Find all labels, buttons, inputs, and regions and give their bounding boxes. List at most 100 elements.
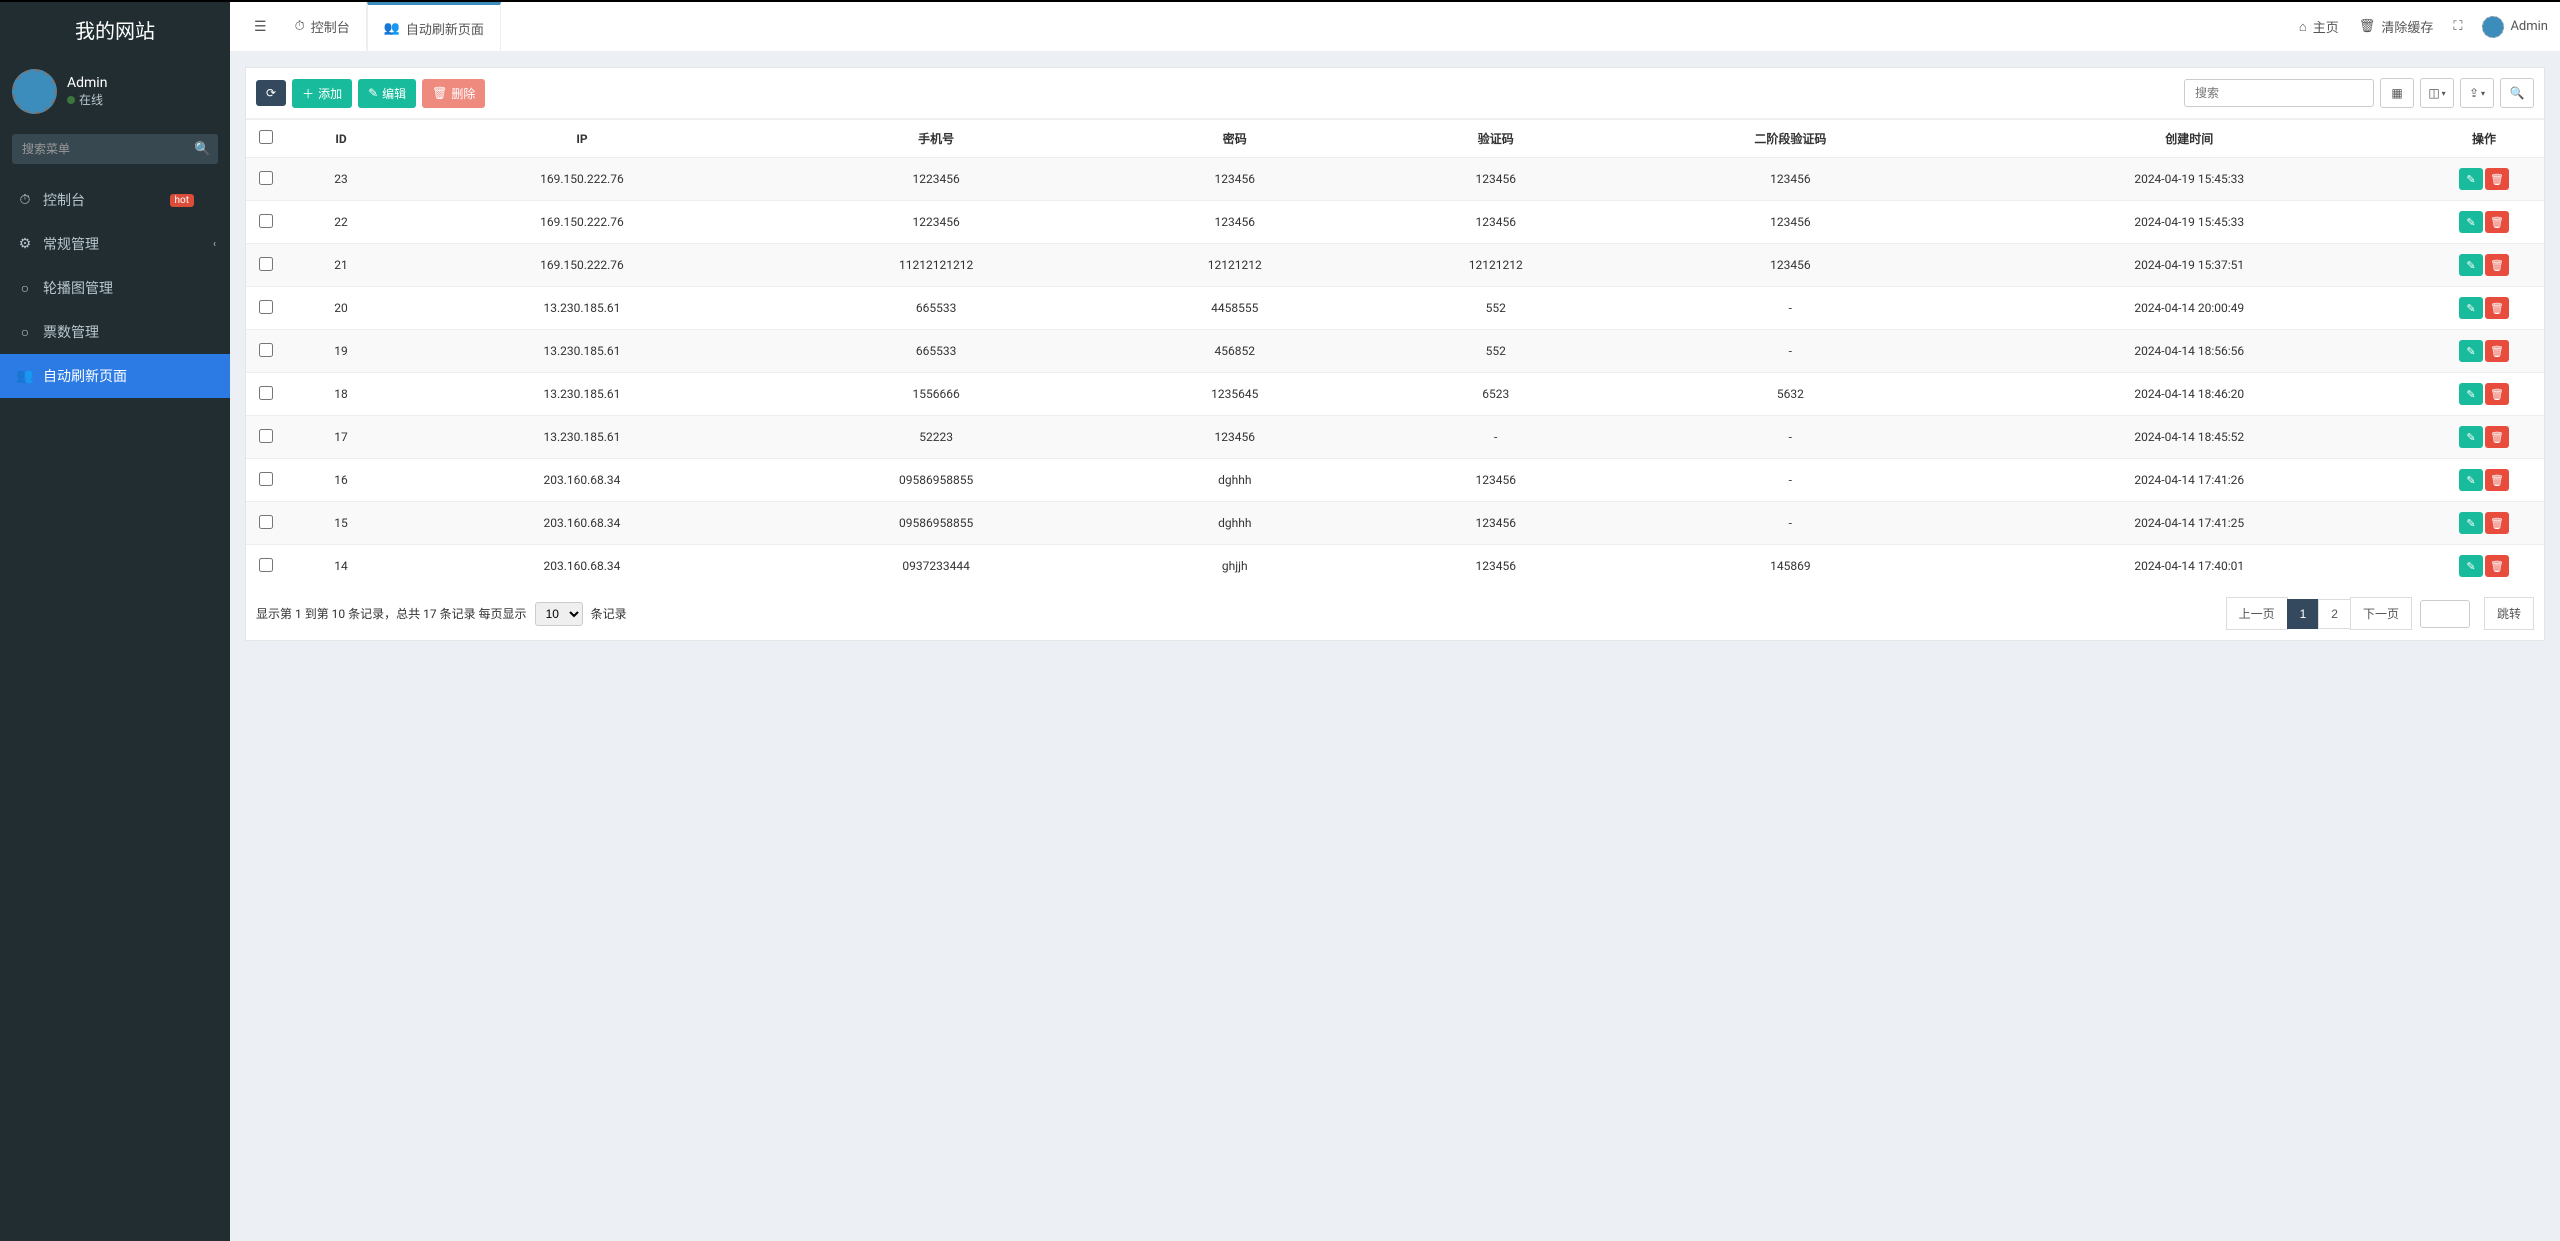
page-2-button[interactable]: 2 xyxy=(2318,599,2351,629)
col-ip[interactable]: IP xyxy=(396,120,768,158)
col-phone[interactable]: 手机号 xyxy=(768,120,1104,158)
sidebar-toggle[interactable]: ☰ xyxy=(242,19,279,35)
jump-button[interactable]: 跳转 xyxy=(2484,597,2534,630)
toolbar-search-button[interactable]: 🔍 xyxy=(2500,78,2534,108)
row-checkbox[interactable] xyxy=(259,472,273,486)
select-all-checkbox[interactable] xyxy=(259,130,273,144)
row-edit-button[interactable]: ✎ xyxy=(2459,555,2483,577)
row-checkbox[interactable] xyxy=(259,558,273,572)
row-checkbox[interactable] xyxy=(259,257,273,271)
cell-created: 2024-04-19 15:37:51 xyxy=(1955,244,2425,287)
pencil-icon: ✎ xyxy=(2466,345,2475,358)
sidebar: 我的网站 Admin 在线 🔍 ⏱ 控制台 hot ⚙ 常规管理 ‹ xyxy=(0,2,230,1241)
col-created[interactable]: 创建时间 xyxy=(1955,120,2425,158)
menu-search-input[interactable] xyxy=(12,134,187,164)
jump-page-input[interactable] xyxy=(2420,600,2470,628)
tab-label: 自动刷新页面 xyxy=(406,19,484,38)
sidebar-item-auto-refresh[interactable]: 👥 自动刷新页面 xyxy=(0,354,230,398)
row-edit-button[interactable]: ✎ xyxy=(2459,512,2483,534)
nav-user[interactable]: Admin xyxy=(2482,16,2548,38)
nav-home[interactable]: ⌂主页 xyxy=(2299,17,2339,36)
table-row[interactable]: 1913.230.185.61665533456852552-2024-04-1… xyxy=(246,330,2544,373)
cell-created: 2024-04-19 15:45:33 xyxy=(1955,201,2425,244)
row-edit-button[interactable]: ✎ xyxy=(2459,426,2483,448)
tab-auto-refresh[interactable]: 👥 自动刷新页面 xyxy=(367,2,501,52)
nav-fullscreen[interactable]: ⛶ xyxy=(2453,19,2462,34)
row-edit-button[interactable]: ✎ xyxy=(2459,469,2483,491)
nav-clear-cache[interactable]: 🗑清除缓存 xyxy=(2359,17,2434,36)
sidebar-item-carousel[interactable]: ○ 轮播图管理 xyxy=(0,266,230,310)
cell-id: 16 xyxy=(286,459,396,502)
col-vcode[interactable]: 验证码 xyxy=(1365,120,1626,158)
table-row[interactable]: 14203.160.68.340937233444ghjjh1234561458… xyxy=(246,545,2544,588)
row-delete-button[interactable]: 🗑 xyxy=(2485,426,2509,448)
page-size-select[interactable]: 10 xyxy=(535,602,583,626)
tab-dashboard[interactable]: ⏱ 控制台 xyxy=(279,2,367,52)
table-row[interactable]: 21169.150.222.76112121212121212121212121… xyxy=(246,244,2544,287)
table-row[interactable]: 22169.150.222.76122345612345612345612345… xyxy=(246,201,2544,244)
chevron-left-icon: ‹ xyxy=(213,239,216,250)
table-row[interactable]: 23169.150.222.76122345612345612345612345… xyxy=(246,158,2544,201)
data-table: ID IP 手机号 密码 验证码 二阶段验证码 创建时间 操作 23169.15… xyxy=(246,119,2544,587)
row-delete-button[interactable]: 🗑 xyxy=(2485,340,2509,362)
search-input[interactable] xyxy=(2184,79,2374,107)
cogs-icon: ⚙ xyxy=(15,236,35,252)
search-icon: 🔍 xyxy=(2510,86,2525,100)
col-id[interactable]: ID xyxy=(286,120,396,158)
col-password[interactable]: 密码 xyxy=(1104,120,1365,158)
row-delete-button[interactable]: 🗑 xyxy=(2485,211,2509,233)
row-checkbox[interactable] xyxy=(259,386,273,400)
row-checkbox[interactable] xyxy=(259,300,273,314)
table-row[interactable]: 15203.160.68.3409586958855dghhh123456-20… xyxy=(246,502,2544,545)
cell-vcode: 552 xyxy=(1365,330,1626,373)
cell-v2code: 123456 xyxy=(1626,158,1954,201)
table-row[interactable]: 16203.160.68.3409586958855dghhh123456-20… xyxy=(246,459,2544,502)
delete-button[interactable]: 🗑删除 xyxy=(422,79,485,108)
edit-button[interactable]: ✎编辑 xyxy=(358,79,416,108)
add-button[interactable]: ＋添加 xyxy=(292,79,352,108)
row-edit-button[interactable]: ✎ xyxy=(2459,383,2483,405)
row-delete-button[interactable]: 🗑 xyxy=(2485,469,2509,491)
row-delete-button[interactable]: 🗑 xyxy=(2485,555,2509,577)
row-edit-button[interactable]: ✎ xyxy=(2459,340,2483,362)
row-checkbox[interactable] xyxy=(259,214,273,228)
table-row[interactable]: 2013.230.185.616655334458555552-2024-04-… xyxy=(246,287,2544,330)
site-logo[interactable]: 我的网站 xyxy=(0,2,230,57)
row-delete-button[interactable]: 🗑 xyxy=(2485,297,2509,319)
trash-icon: 🗑 xyxy=(2490,345,2504,358)
row-delete-button[interactable]: 🗑 xyxy=(2485,254,2509,276)
circle-icon: ○ xyxy=(15,324,35,341)
cell-created: 2024-04-14 17:41:25 xyxy=(1955,502,2425,545)
trash-icon: 🗑 xyxy=(2490,388,2504,401)
export-button[interactable]: ⇪▾ xyxy=(2460,78,2494,108)
row-edit-button[interactable]: ✎ xyxy=(2459,297,2483,319)
row-edit-button[interactable]: ✎ xyxy=(2459,254,2483,276)
row-checkbox[interactable] xyxy=(259,515,273,529)
prev-page-button[interactable]: 上一页 xyxy=(2226,597,2288,630)
refresh-button[interactable]: ⟳ xyxy=(256,80,286,106)
row-edit-button[interactable]: ✎ xyxy=(2459,168,2483,190)
col-v2code[interactable]: 二阶段验证码 xyxy=(1626,120,1954,158)
sidebar-item-dashboard[interactable]: ⏱ 控制台 hot xyxy=(0,178,230,222)
table-row[interactable]: 1813.230.185.611556666123564565235632202… xyxy=(246,373,2544,416)
row-delete-button[interactable]: 🗑 xyxy=(2485,512,2509,534)
sidebar-item-general[interactable]: ⚙ 常规管理 ‹ xyxy=(0,222,230,266)
next-page-button[interactable]: 下一页 xyxy=(2350,597,2412,630)
cell-v2code: 145869 xyxy=(1626,545,1954,588)
table-row[interactable]: 1713.230.185.6152223123456--2024-04-14 1… xyxy=(246,416,2544,459)
row-edit-button[interactable]: ✎ xyxy=(2459,211,2483,233)
pencil-icon: ✎ xyxy=(2466,517,2475,530)
row-checkbox[interactable] xyxy=(259,343,273,357)
cell-ip: 169.150.222.76 xyxy=(396,158,768,201)
row-checkbox[interactable] xyxy=(259,429,273,443)
menu-search-button[interactable]: 🔍 xyxy=(187,134,218,164)
trash-icon: 🗑 xyxy=(2490,259,2504,272)
avatar[interactable] xyxy=(12,69,57,114)
row-checkbox[interactable] xyxy=(259,171,273,185)
page-1-button[interactable]: 1 xyxy=(2287,599,2320,629)
row-delete-button[interactable]: 🗑 xyxy=(2485,168,2509,190)
row-delete-button[interactable]: 🗑 xyxy=(2485,383,2509,405)
columns-button[interactable]: ◫▾ xyxy=(2420,78,2454,108)
sidebar-item-votes[interactable]: ○ 票数管理 xyxy=(0,310,230,354)
toggle-view-button[interactable]: ▦ xyxy=(2380,78,2414,108)
